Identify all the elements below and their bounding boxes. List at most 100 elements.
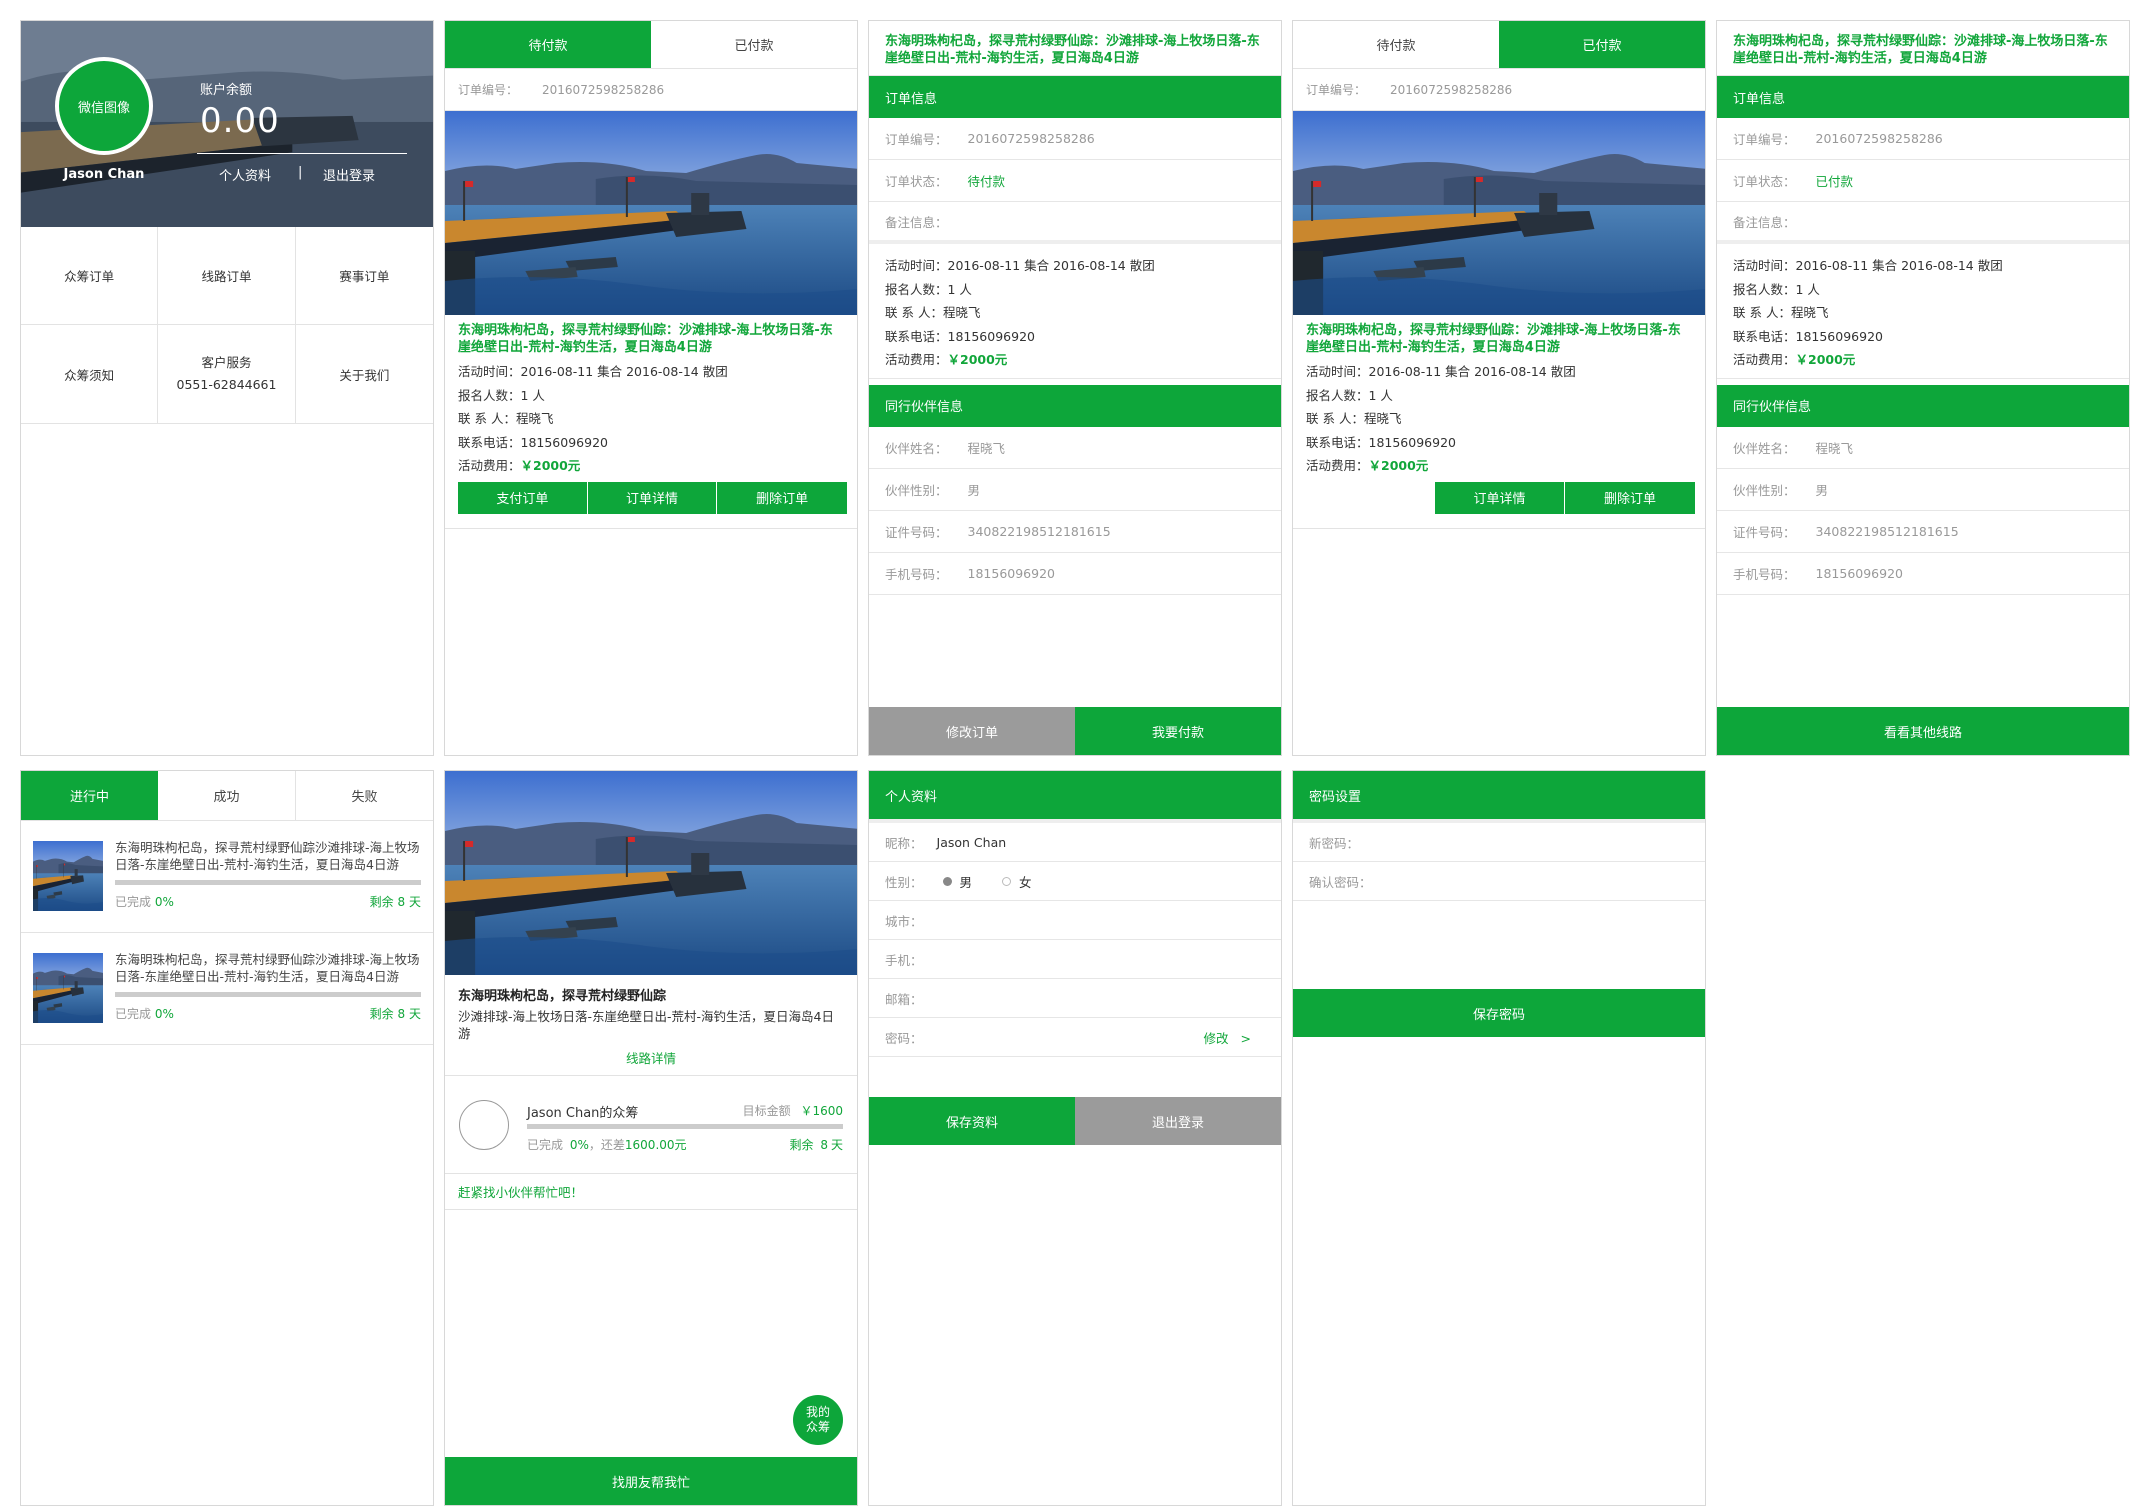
cf-hint: 赶紧找小伙伴帮忙吧！ bbox=[445, 1174, 857, 1210]
trip-title: 东海明珠枸杞岛，探寻荒村绿野仙踪：沙滩排球-海上牧场日落-东崖绝壁日出-荒村-海… bbox=[1717, 21, 2129, 76]
mobile-row[interactable]: 手机： bbox=[869, 940, 1281, 979]
trip-photo bbox=[445, 771, 857, 975]
new-password-row[interactable]: 新密码： bbox=[1293, 823, 1705, 862]
owner-avatar[interactable] bbox=[459, 1100, 509, 1150]
save-password-button[interactable]: 保存密码 bbox=[1293, 989, 1705, 1037]
trip-count: 报名人数：1 人 bbox=[885, 281, 972, 297]
fee-value: ￥2000元 bbox=[1368, 458, 1429, 473]
order-tabs: 待付款 已付款 bbox=[445, 21, 857, 69]
email-row[interactable]: 邮箱： bbox=[869, 979, 1281, 1018]
order-actions: 支付订单 订单详情 删除订单 bbox=[445, 481, 857, 514]
delete-order-button[interactable]: 删除订单 bbox=[717, 481, 848, 514]
order-actions: 订单详情 删除订单 bbox=[1293, 481, 1705, 514]
trip-contact: 联 系 人：程晓飞 bbox=[1306, 411, 1402, 426]
crowdfund-tabs: 进行中 成功 失败 bbox=[21, 771, 433, 821]
remain-value: 8 bbox=[820, 1138, 828, 1152]
trip-fee: 活动费用：￥2000元 bbox=[1293, 454, 1705, 478]
tab-unpaid[interactable]: 待付款 bbox=[1293, 21, 1499, 68]
grid-item-route-orders[interactable]: 线路订单 bbox=[158, 227, 296, 325]
delete-order-button[interactable]: 删除订单 bbox=[1565, 481, 1695, 514]
order-tabs: 待付款 已付款 bbox=[1293, 21, 1705, 69]
partner-name-row: 伙伴姓名： 程晓飞 bbox=[1717, 427, 2129, 469]
gap-label: ，还差 bbox=[588, 1138, 625, 1152]
trip-photo[interactable] bbox=[445, 111, 857, 315]
route-details-link[interactable]: 线路详情 bbox=[445, 1042, 857, 1076]
profile-link[interactable]: 个人资料 bbox=[219, 165, 271, 184]
grid-item-about-us[interactable]: 关于我们 bbox=[296, 325, 433, 423]
nickname-row: 昵称： Jason Chan bbox=[869, 823, 1281, 862]
list-item[interactable]: 东海明珠枸杞岛，探寻荒村绿野仙踪沙滩排球-海上牧场日落-东崖绝壁日出-荒村-海钓… bbox=[21, 821, 433, 933]
grid-item-event-orders[interactable]: 赛事订单 bbox=[295, 227, 433, 325]
partner-gender-value: 男 bbox=[1815, 482, 1829, 498]
username: Jason Chan bbox=[63, 167, 145, 182]
pay-now-button[interactable]: 我要付款 bbox=[1075, 707, 1281, 755]
item-thumbnail bbox=[33, 953, 103, 1023]
grid-label: 众筹须知 bbox=[64, 367, 115, 383]
remark-row: 备注信息： bbox=[1717, 202, 2129, 244]
grid-label: 赛事订单 bbox=[339, 269, 390, 284]
remain-unit: 天 bbox=[830, 1138, 843, 1152]
gender-male-radio[interactable]: 男 bbox=[942, 872, 972, 891]
nickname-input[interactable]: Jason Chan bbox=[937, 835, 1007, 850]
balance-label: 账户余额 bbox=[200, 83, 253, 98]
cf-done: 已完成 0%，还差1600.00元 bbox=[527, 1136, 687, 1153]
my-crowdfund-fab[interactable]: 我的 众筹 bbox=[793, 1395, 843, 1445]
list-item[interactable]: 东海明珠枸杞岛，探寻荒村绿野仙踪沙滩排球-海上牧场日落-东崖绝壁日出-荒村-海钓… bbox=[21, 933, 433, 1045]
tab-paid[interactable]: 已付款 bbox=[651, 21, 857, 68]
partner-mobile-label: 手机号码： bbox=[885, 566, 948, 582]
order-number-value: 2016072598258286 bbox=[542, 82, 665, 97]
view-other-routes-button[interactable]: 看看其他线路 bbox=[1717, 707, 2129, 755]
done-value: 0% bbox=[569, 1138, 589, 1152]
trip-fee: 活动费用：￥2000元 bbox=[445, 454, 857, 478]
grid-item-customer-service[interactable]: 客户服务 0551-62844661 bbox=[158, 325, 296, 423]
profile-panel: 微信图像 Jason Chan 账户余额 0.00 个人资料 | 退出登录 众筹… bbox=[20, 20, 434, 756]
bottom-actions: 找朋友帮我忙 bbox=[445, 1457, 857, 1505]
logout-link[interactable]: 退出登录 bbox=[323, 165, 375, 184]
remain-value: 8 bbox=[397, 895, 406, 909]
logout-button[interactable]: 退出登录 bbox=[1075, 1097, 1281, 1145]
order-details-button[interactable]: 订单详情 bbox=[587, 481, 718, 514]
ask-friends-button[interactable]: 找朋友帮我忙 bbox=[445, 1457, 857, 1505]
trip-title[interactable]: 东海明珠枸杞岛，探寻荒村绿野仙踪：沙滩排球-海上牧场日落-东崖绝壁日出-荒村-海… bbox=[445, 315, 857, 356]
tab-failed[interactable]: 失败 bbox=[296, 771, 433, 820]
personal-info-panel: 个人资料 昵称： Jason Chan 性别： 男 女 城市： 手机： 邮箱： 密… bbox=[868, 770, 1282, 1506]
tab-unpaid[interactable]: 待付款 bbox=[445, 21, 651, 68]
paid-order-list-panel: 待付款 已付款 订单编号： 2016072598258286 东海明珠枸杞岛，探… bbox=[1292, 20, 1706, 756]
pay-order-button[interactable]: 支付订单 bbox=[458, 481, 588, 514]
remain-label: 剩余 bbox=[789, 1138, 814, 1152]
crowdfund-detail-panel: 东海明珠枸杞岛，探寻荒村绿野仙踪 沙滩排球-海上牧场日落-东崖绝壁日出-荒村-海… bbox=[444, 770, 858, 1506]
trip-photo[interactable] bbox=[1293, 111, 1705, 315]
service-phone: 0551-62844661 bbox=[176, 377, 277, 392]
order-details-button[interactable]: 订单详情 bbox=[1435, 481, 1565, 514]
modify-password-link[interactable]: 修改 > bbox=[1204, 1028, 1252, 1047]
item-title: 东海明珠枸杞岛，探寻荒村绿野仙踪沙滩排球-海上牧场日落-东崖绝壁日出-荒村-海钓… bbox=[115, 840, 420, 872]
grid-item-crowdfund-orders[interactable]: 众筹订单 bbox=[21, 227, 159, 325]
order-info-header: 订单信息 bbox=[1717, 76, 2129, 118]
personal-actions: 保存资料 退出登录 bbox=[869, 1097, 1281, 1145]
partner-id-label: 证件号码： bbox=[885, 524, 948, 540]
order-info-header: 订单信息 bbox=[869, 76, 1281, 118]
done-label: 已完成 bbox=[115, 1007, 152, 1021]
fee-value: ￥2000元 bbox=[520, 458, 581, 473]
modify-order-button[interactable]: 修改订单 bbox=[869, 707, 1075, 755]
city-row[interactable]: 城市： bbox=[869, 901, 1281, 940]
bottom-actions: 看看其他线路 bbox=[1717, 707, 2129, 755]
confirm-password-row[interactable]: 确认密码： bbox=[1293, 862, 1705, 901]
remark-label: 备注信息： bbox=[885, 214, 948, 230]
tab-paid[interactable]: 已付款 bbox=[1499, 21, 1705, 68]
save-profile-button[interactable]: 保存资料 bbox=[869, 1097, 1075, 1145]
tab-success[interactable]: 成功 bbox=[158, 771, 296, 820]
fee-label: 活动费用： bbox=[1733, 352, 1796, 367]
gender-female-radio[interactable]: 女 bbox=[1002, 872, 1032, 891]
mobile-label: 手机： bbox=[885, 952, 923, 968]
fee-value: ￥2000元 bbox=[1795, 352, 1856, 367]
partner-mobile-row: 手机号码： 18156096920 bbox=[869, 553, 1281, 595]
avatar[interactable]: 微信图像 bbox=[55, 57, 153, 155]
list-divider bbox=[445, 527, 857, 529]
item-done: 已完成 0% bbox=[115, 893, 174, 910]
target-label: 目标金额 bbox=[742, 1104, 791, 1118]
tab-in-progress[interactable]: 进行中 bbox=[21, 771, 158, 820]
menu-grid: 众筹订单 线路订单 赛事订单 众筹须知 客户服务 0551-62844661 关… bbox=[21, 227, 433, 424]
trip-title[interactable]: 东海明珠枸杞岛，探寻荒村绿野仙踪：沙滩排球-海上牧场日落-东崖绝壁日出-荒村-海… bbox=[1293, 315, 1705, 356]
grid-item-crowdfund-notice[interactable]: 众筹须知 bbox=[21, 325, 159, 423]
